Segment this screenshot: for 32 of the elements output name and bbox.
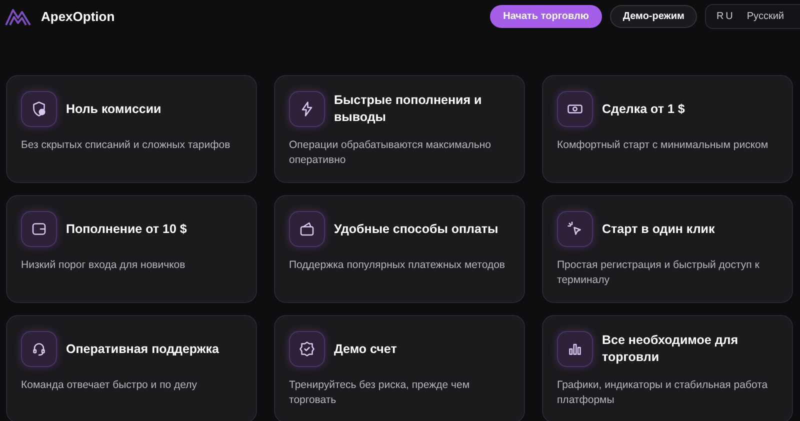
feature-description: Комфортный старт с минимальным риском bbox=[557, 138, 770, 153]
demo-button[interactable]: Демо-режим bbox=[610, 4, 698, 28]
logo-icon bbox=[5, 6, 31, 26]
badge-check-icon bbox=[289, 331, 325, 367]
language-selector[interactable]: RU Русский bbox=[705, 4, 800, 28]
cursor-click-icon bbox=[557, 211, 593, 247]
feature-title: Удобные способы оплаты bbox=[334, 220, 498, 238]
banknote-icon bbox=[557, 91, 593, 127]
feature-description: Простая регистрация и быстрый доступ к терминалу bbox=[557, 258, 760, 288]
feature-description: Команда отвечает быстро и по делу bbox=[21, 378, 198, 393]
feature-title: Старт в один клик bbox=[602, 220, 715, 238]
lightning-icon bbox=[289, 91, 325, 127]
headset-icon bbox=[21, 331, 57, 367]
feature-description: Поддержка популярных платежных методов bbox=[289, 258, 506, 273]
bar-chart-icon bbox=[557, 331, 593, 367]
shield-check-icon bbox=[21, 91, 57, 127]
wallet-icon bbox=[289, 211, 325, 247]
feature-title: Все необходимое для торговли bbox=[602, 332, 739, 366]
feature-title: Быстрые пополнения и выводы bbox=[334, 92, 483, 126]
feature-title: Оперативная поддержка bbox=[66, 340, 219, 358]
brand-name: ApexOption bbox=[41, 8, 115, 24]
feature-title: Демо счет bbox=[334, 340, 397, 358]
feature-description: Операции обрабатываются максимально оперативно bbox=[289, 138, 492, 168]
feature-description: Графики, индикаторы и стабильная работа платформы bbox=[557, 378, 769, 408]
feature-title: Сделка от 1 $ bbox=[602, 100, 685, 118]
wallet-icon bbox=[21, 211, 57, 247]
feature-description: Без скрытых списаний и сложных тарифов bbox=[21, 138, 232, 153]
feature-title: Пополнение от 10 $ bbox=[66, 220, 187, 238]
feature-description: Тренируйтесь без риска, прежде чем торговать bbox=[289, 378, 471, 408]
feature-description: Низкий порог входа для новичков bbox=[21, 258, 186, 273]
start-trading-button[interactable]: Начать торговлю bbox=[490, 4, 602, 28]
feature-title: Ноль комиссии bbox=[66, 100, 162, 118]
